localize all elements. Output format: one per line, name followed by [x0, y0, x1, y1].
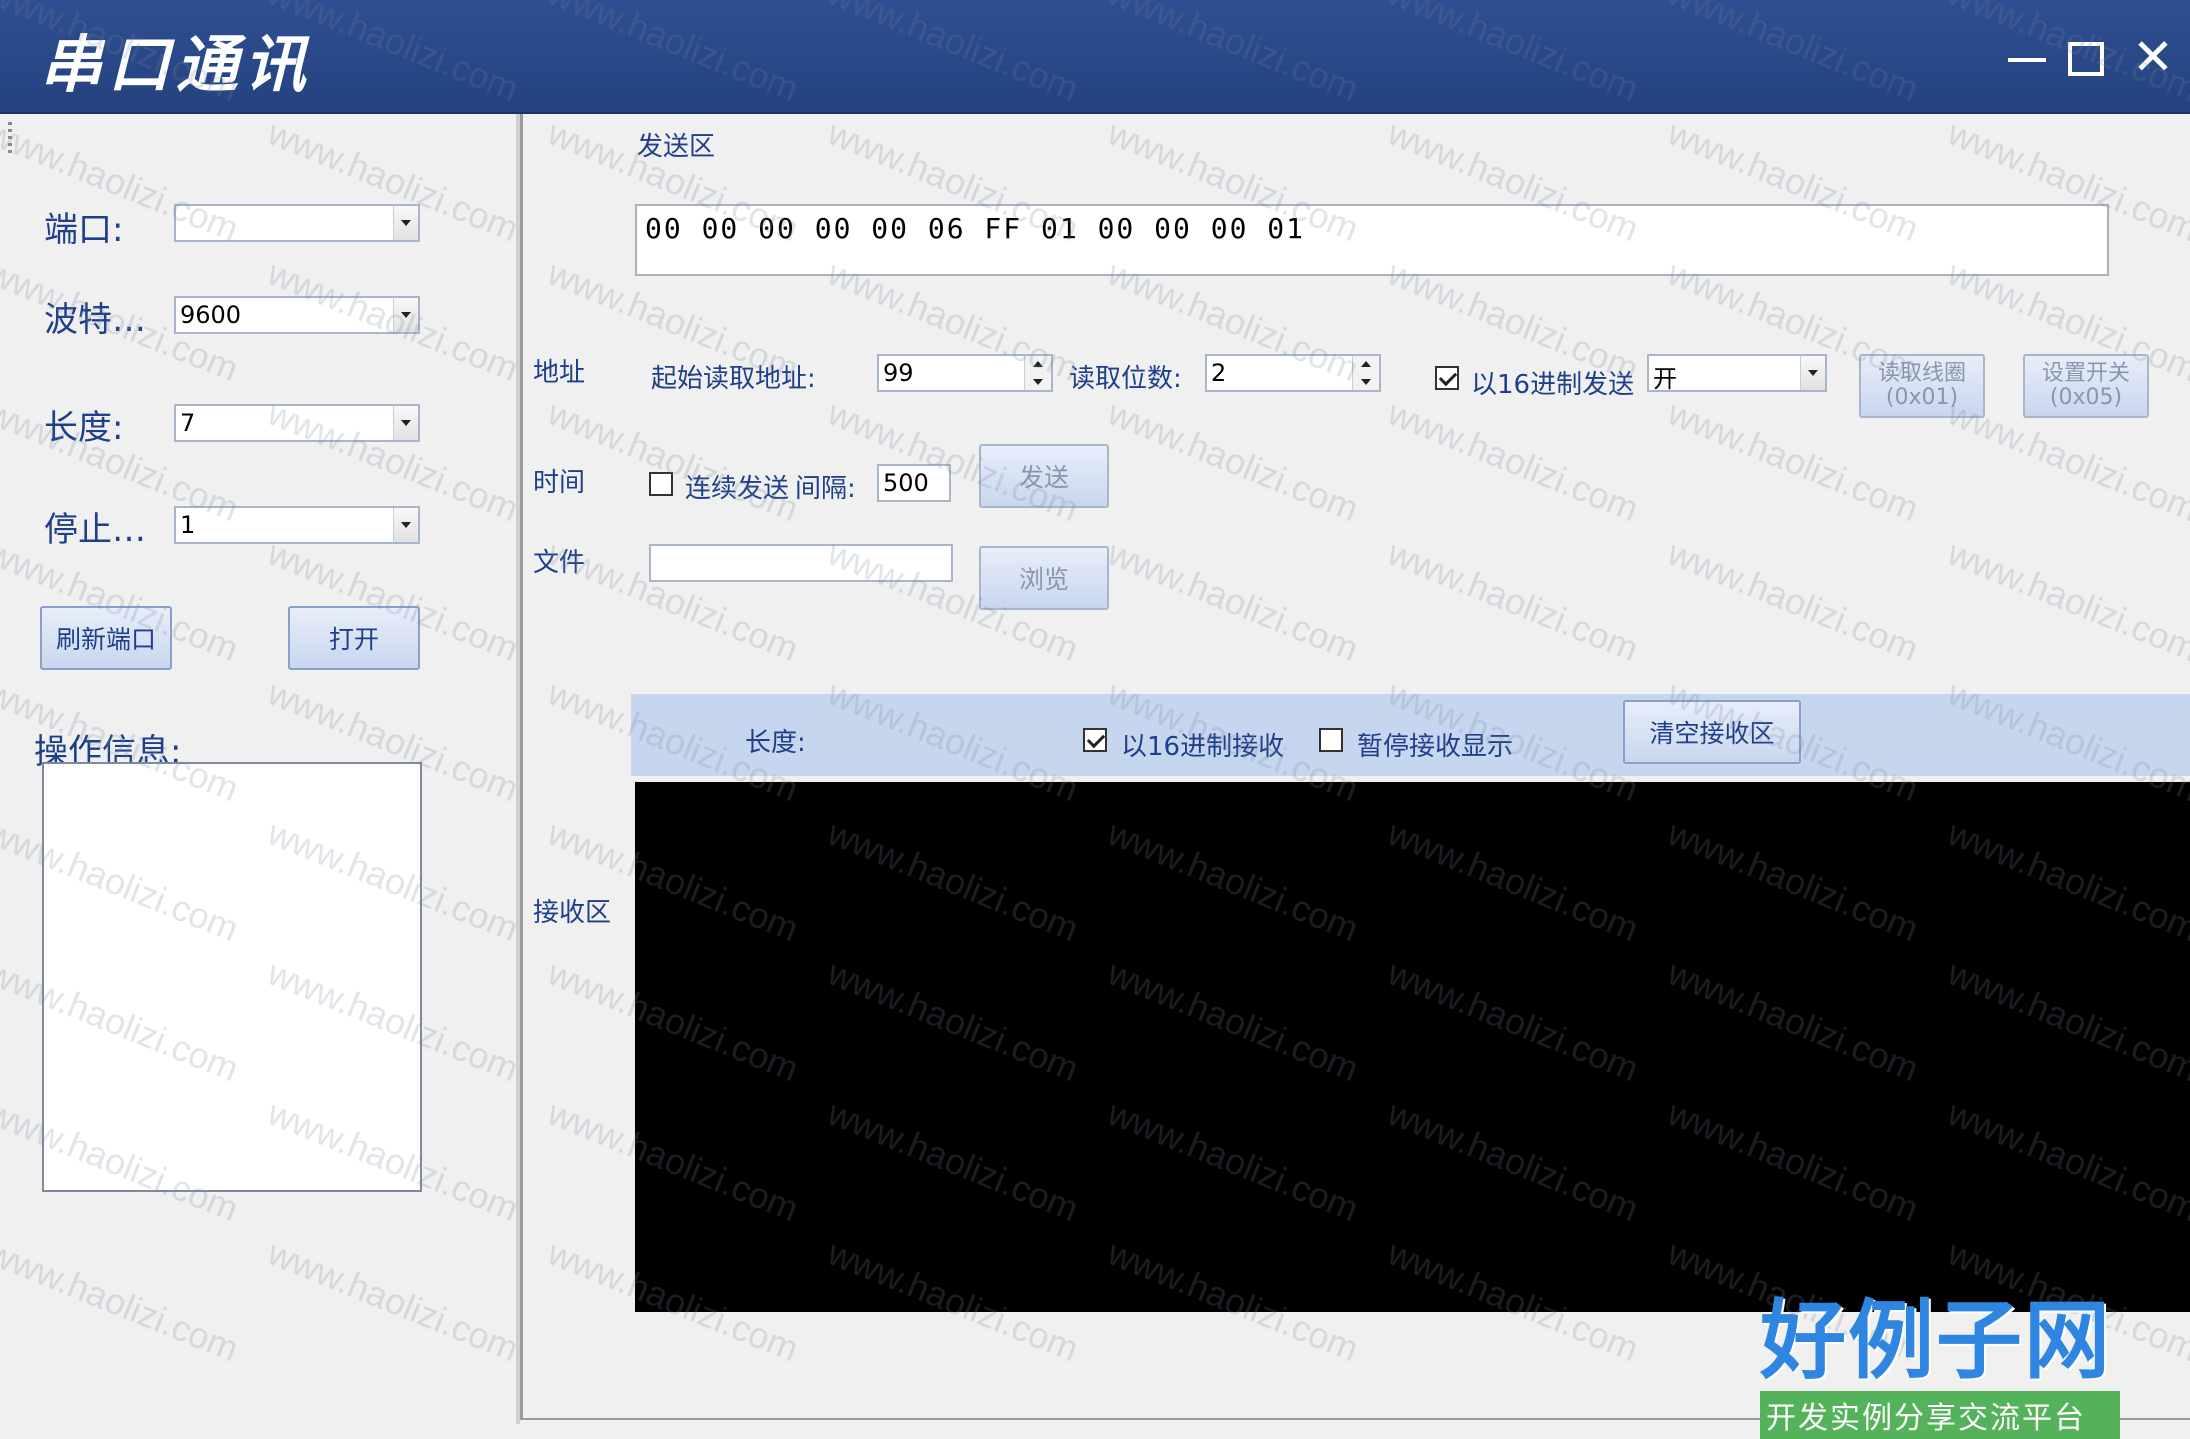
receive-area-label: 接收区: [533, 898, 612, 928]
set-switch-button[interactable]: 设置开关 (0x05): [2023, 354, 2149, 418]
interval-input[interactable]: 500: [877, 464, 951, 502]
window-title: 串口通讯: [40, 28, 313, 101]
switch-state-select[interactable]: 开: [1647, 354, 1827, 393]
close-button[interactable]: ✕: [2130, 32, 2176, 82]
send-button[interactable]: 发送: [979, 444, 1109, 508]
comm-panel: 发送区 00 00 00 00 00 06 FF 01 00 00 00 01 …: [520, 114, 2190, 1420]
refresh-ports-button[interactable]: 刷新端口: [40, 606, 172, 670]
set-switch-button-code: (0x05): [2049, 385, 2123, 410]
receive-display[interactable]: [635, 782, 2190, 1312]
hex-receive-checkbox[interactable]: [1083, 728, 1107, 752]
read-coil-button-label: 读取线圈: [1877, 361, 1966, 386]
stop-bits-label: 停止…: [44, 510, 146, 550]
length-value: 7: [180, 409, 196, 437]
interval-value: 500: [883, 469, 929, 497]
baud-select[interactable]: 9600: [174, 296, 420, 334]
send-area-label: 发送区: [637, 132, 716, 162]
chevron-down-icon[interactable]: [393, 508, 418, 542]
read-bits-label: 读取位数:: [1069, 364, 1182, 394]
port-select[interactable]: [174, 204, 420, 242]
length-label: 长度:: [44, 408, 124, 448]
title-bar: 串口通讯 ✕: [0, 0, 2190, 114]
start-address-spinner[interactable]: 99: [877, 354, 1053, 392]
open-port-button[interactable]: 打开: [288, 606, 420, 670]
baud-value: 9600: [180, 301, 242, 329]
read-coil-button-code: (0x01): [1885, 385, 1959, 410]
operation-info-log[interactable]: [42, 762, 422, 1192]
chevron-down-icon[interactable]: [393, 406, 418, 440]
clear-receive-button[interactable]: 清空接收区: [1623, 700, 1801, 764]
length-select[interactable]: 7: [174, 404, 420, 442]
continuous-send-label: 连续发送: [685, 474, 790, 504]
browse-button[interactable]: 浏览: [979, 546, 1109, 610]
time-label: 时间: [533, 468, 586, 498]
hex-send-checkbox[interactable]: [1435, 366, 1459, 390]
send-data-input[interactable]: 00 00 00 00 00 06 FF 01 00 00 00 01: [635, 204, 2109, 276]
read-bits-spinner[interactable]: 2: [1205, 354, 1381, 392]
start-address-value: 99: [883, 359, 914, 387]
read-coil-button[interactable]: 读取线圈 (0x01): [1859, 354, 1985, 418]
file-path-input[interactable]: [649, 544, 953, 582]
maximize-button[interactable]: [2062, 34, 2108, 80]
stop-bits-select[interactable]: 1: [174, 506, 420, 544]
chevron-down-icon[interactable]: [393, 298, 418, 332]
set-switch-button-label: 设置开关: [2041, 361, 2130, 386]
continuous-send-checkbox[interactable]: [649, 472, 673, 496]
baud-label: 波特…: [44, 300, 146, 340]
file-label: 文件: [533, 548, 586, 578]
start-address-label: 起始读取地址:: [651, 364, 816, 394]
hex-send-label: 以16进制发送: [1471, 370, 1635, 400]
settings-panel: 端口: 波特… 9600 长度: 7 停止… 1 刷新端口 打开 操作信息:: [0, 114, 520, 1424]
minimize-button[interactable]: [2004, 34, 2050, 80]
stop-bits-value: 1: [180, 511, 196, 539]
address-label: 地址: [533, 358, 586, 388]
pause-display-checkbox[interactable]: [1319, 728, 1343, 752]
toolbar-grip[interactable]: [8, 122, 12, 154]
chevron-down-icon[interactable]: [393, 206, 418, 240]
read-bits-value: 2: [1211, 359, 1227, 387]
receive-length-label: 长度:: [745, 728, 806, 758]
switch-state-value: 开: [1653, 365, 1677, 393]
spinner-arrows-icon[interactable]: [1352, 356, 1379, 390]
port-label: 端口:: [44, 210, 124, 250]
pause-display-label: 暂停接收显示: [1357, 732, 1514, 762]
hex-receive-label: 以16进制接收: [1121, 732, 1285, 762]
receive-toolbar: 长度: 以16进制接收 暂停接收显示 清空接收区: [631, 694, 2190, 776]
spinner-arrows-icon[interactable]: [1024, 356, 1051, 390]
chevron-down-icon[interactable]: [1800, 356, 1825, 390]
interval-label: 间隔:: [795, 474, 856, 504]
